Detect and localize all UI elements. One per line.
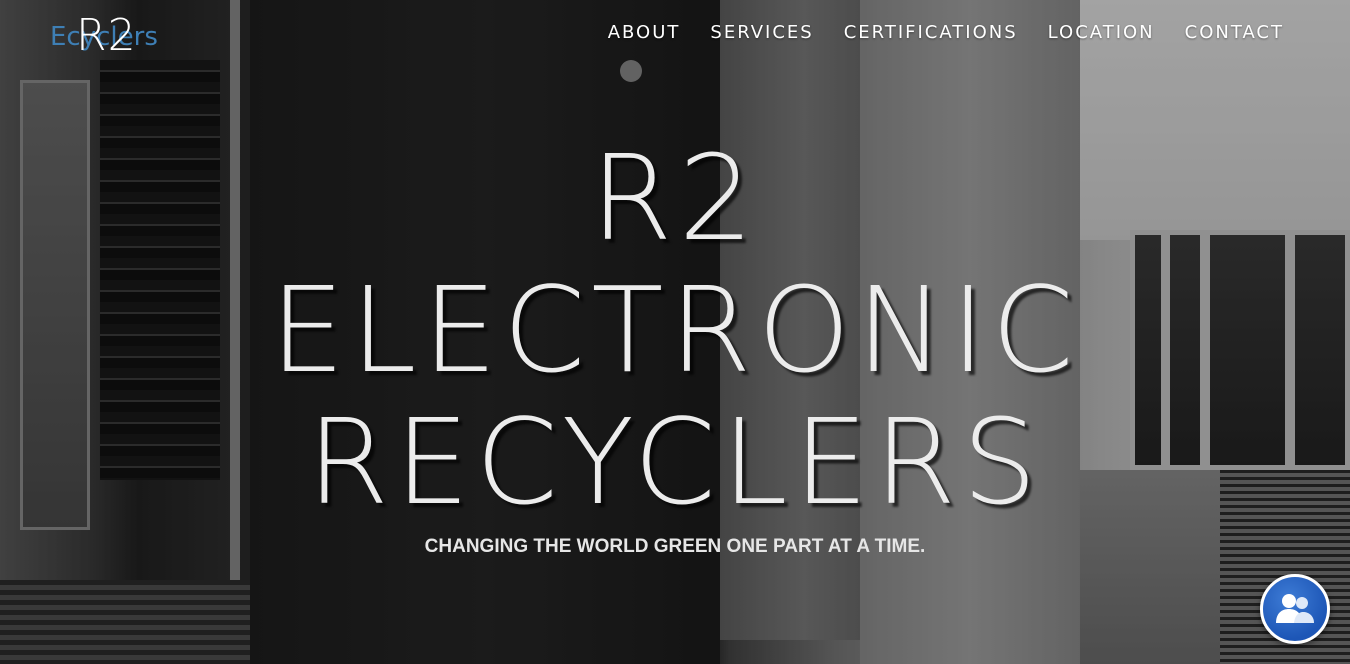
hero-title-line-2: ELECTRONIC [270,261,1080,399]
users-icon [1276,594,1314,623]
hero-tagline: CHANGING THE WORLD GREEN ONE PART AT A T… [424,536,926,557]
hero-title: R2 ELECTRONIC RECYCLERS [0,132,1350,528]
nav-about[interactable]: ABOUT [608,22,681,43]
nav-contact[interactable]: CONTACT [1185,22,1284,43]
nav-services[interactable]: SERVICES [710,22,813,43]
site-logo[interactable]: Ecyclers R2 [50,8,180,60]
nav-certifications[interactable]: CERTIFICATIONS [844,22,1018,43]
hero-title-line-1: R2 [590,129,760,267]
chat-button[interactable] [1260,574,1330,644]
hero-title-line-3: RECYCLERS [306,393,1044,531]
logo-mark: R2 [76,10,137,61]
main-nav: ABOUT SERVICES CERTIFICATIONS LOCATION C… [608,22,1284,43]
nav-location[interactable]: LOCATION [1048,22,1155,43]
